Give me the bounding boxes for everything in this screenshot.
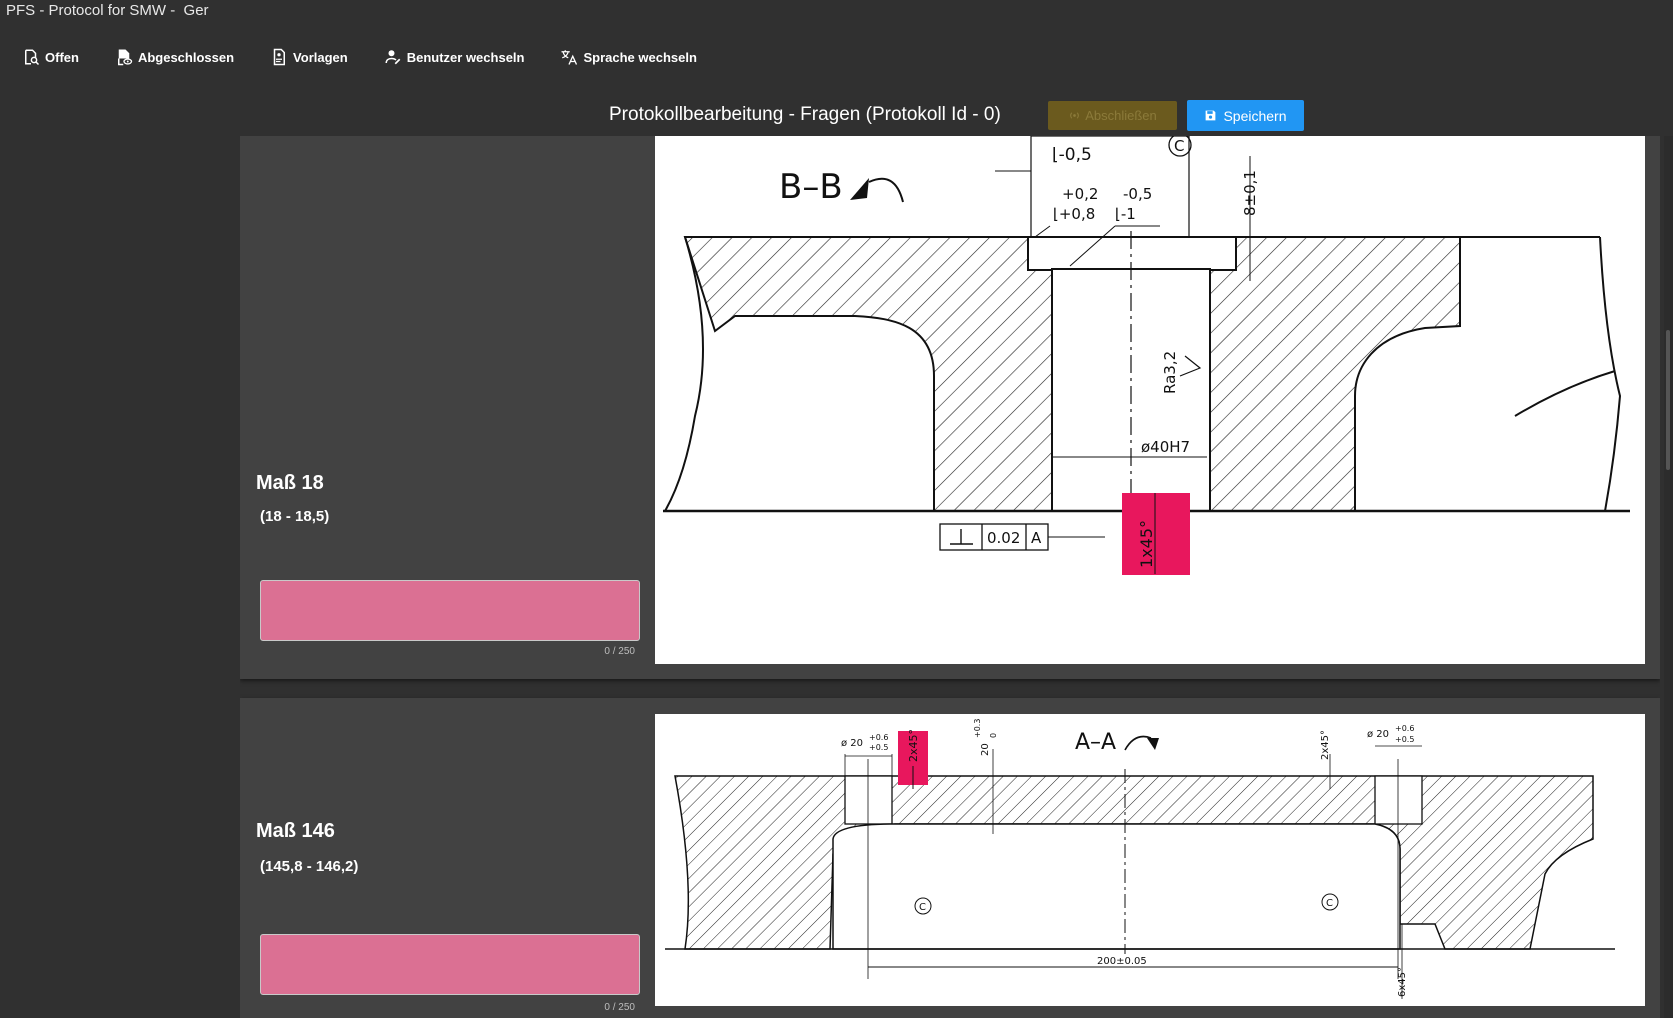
page-header: Protokollbearbeitung - Fragen (Protokoll… xyxy=(0,100,1673,132)
app-window: PFS - Protocol for SMW - Ger Offen Abges… xyxy=(0,0,1673,1018)
measurement-input[interactable] xyxy=(260,580,640,641)
finish-label: Abschließen xyxy=(1085,108,1157,123)
dim-label: ø 20 xyxy=(1367,729,1389,740)
user-switch-icon xyxy=(385,50,401,65)
dim-label: ⌊-0,5 xyxy=(1052,145,1092,165)
templates-label: Vorlagen xyxy=(293,49,348,65)
question-title: Maß 146 xyxy=(256,820,335,842)
section-aa-drawing: A–A 200±0.05 ø 20 +0.6 +0.5 2x45° 20 +0.… xyxy=(665,719,1615,999)
measurement-input[interactable] xyxy=(260,934,640,995)
switch-user-button[interactable]: Benutzer wechseln xyxy=(374,41,535,73)
section-bb-drawing: B–B ⌊-0,5 +0,2 ⌊+0,8 -0,5 ⌊-1 C 8±0,1 Ra… xyxy=(663,136,1630,575)
highlighted-dimension: 2x45° xyxy=(907,729,920,762)
dim-label: +0.3 xyxy=(973,719,982,738)
search-doc-icon xyxy=(25,49,40,66)
switch-user-label: Benutzer wechseln xyxy=(406,49,525,65)
template-icon xyxy=(273,48,286,66)
save-label: Speichern xyxy=(1223,107,1287,124)
scrollbar[interactable] xyxy=(1664,136,1673,1018)
page-title: Protokollbearbeitung - Fragen (Protokoll… xyxy=(609,104,1001,125)
technical-drawing: A–A 200±0.05 ø 20 +0.6 +0.5 2x45° 20 +0.… xyxy=(655,714,1645,1006)
dim-label: +0.5 xyxy=(1395,735,1414,744)
question-range: (145,8 - 146,2) xyxy=(260,858,359,875)
char-counter: 0 / 250 xyxy=(604,646,635,657)
section-label: B–B xyxy=(779,167,843,207)
datum-label: C xyxy=(1174,137,1184,155)
dim-label: 0.02 xyxy=(987,529,1020,547)
dim-label: 2x45° xyxy=(1320,730,1331,760)
datum-label: C xyxy=(1326,898,1333,909)
closed-button[interactable]: Abgeschlossen xyxy=(105,41,244,73)
question-title: Maß 18 xyxy=(256,472,324,494)
dim-label: 6x45° xyxy=(1397,967,1408,997)
question-card: Maß 18 (18 - 18,5) 0 / 250 B–B ⌊-0,5 +0,… xyxy=(240,136,1660,679)
section-label: A–A xyxy=(1075,730,1116,755)
dim-label: Ra3,2 xyxy=(1161,351,1179,394)
datum-label: C xyxy=(919,902,926,913)
question-range: (18 - 18,5) xyxy=(260,508,330,525)
switch-language-button[interactable]: Sprache wechseln xyxy=(550,41,706,73)
questions-list[interactable]: Maß 18 (18 - 18,5) 0 / 250 B–B ⌊-0,5 +0,… xyxy=(240,136,1660,1018)
dim-label: ø 20 xyxy=(841,738,863,749)
dim-label: +0.5 xyxy=(869,743,888,752)
open-button[interactable]: Offen xyxy=(12,41,89,73)
window-title: PFS - Protocol for SMW - Ger xyxy=(6,2,209,19)
highlighted-dimension: 1x45° xyxy=(1137,520,1156,568)
doc-eye-icon xyxy=(117,49,133,66)
finish-button[interactable]: Abschließen xyxy=(1048,101,1177,130)
char-counter: 0 / 250 xyxy=(604,1002,635,1013)
dim-label: +0.6 xyxy=(1395,724,1414,733)
dim-label: A xyxy=(1031,529,1042,547)
floppy-icon xyxy=(1206,110,1216,121)
dim-label: ⌊-1 xyxy=(1115,205,1136,223)
dim-label: 20 xyxy=(980,743,991,756)
dim-label: ⌊+0,8 xyxy=(1053,205,1095,223)
closed-label: Abgeschlossen xyxy=(137,49,235,65)
dim-label: ø40H7 xyxy=(1141,438,1190,456)
dim-label: +0,2 xyxy=(1062,185,1098,203)
open-label: Offen xyxy=(45,49,79,65)
question-card: Maß 146 (145,8 - 146,2) 0 / 250 A–A 200±… xyxy=(240,698,1660,1018)
dim-label: 200±0.05 xyxy=(1097,956,1147,967)
dim-label: 8±0,1 xyxy=(1241,170,1259,216)
dim-label: 0 xyxy=(989,733,998,738)
highlight-marker xyxy=(1122,493,1190,575)
broadcast-icon xyxy=(1070,112,1080,119)
dim-label: -0,5 xyxy=(1123,185,1152,203)
technical-drawing: B–B ⌊-0,5 +0,2 ⌊+0,8 -0,5 ⌊-1 C 8±0,1 Ra… xyxy=(655,136,1645,664)
toolbar: Offen Abgeschlossen Vorlagen Benutzer we… xyxy=(0,40,1673,74)
scrollbar-thumb[interactable] xyxy=(1666,330,1670,470)
translate-icon xyxy=(561,50,578,65)
dim-label: +0.6 xyxy=(869,733,888,742)
save-button[interactable]: Speichern xyxy=(1187,100,1304,131)
templates-button[interactable]: Vorlagen xyxy=(260,41,358,73)
switch-language-label: Sprache wechseln xyxy=(583,49,697,65)
